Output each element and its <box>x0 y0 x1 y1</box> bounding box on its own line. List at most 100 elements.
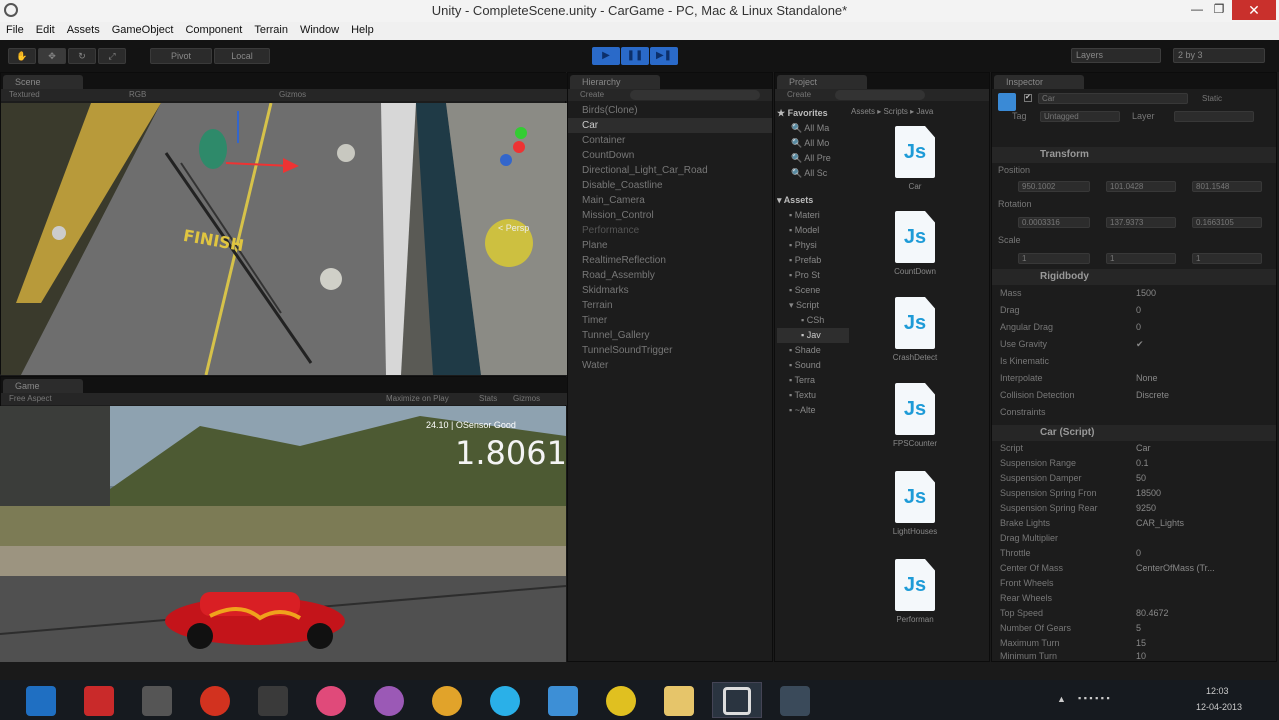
hierarchy-item[interactable]: Water <box>582 358 608 373</box>
local-toggle-button[interactable]: Local <box>214 48 270 64</box>
collision-detection-dropdown[interactable]: Discrete <box>1136 388 1169 403</box>
persp-label[interactable]: < Persp <box>498 223 529 233</box>
static-checkbox[interactable]: Static <box>1202 94 1222 103</box>
tray-arrow-icon[interactable]: ▲ <box>1057 694 1066 704</box>
row-value[interactable]: Car <box>1136 441 1151 456</box>
rotation-z-field[interactable]: 0.1663105 <box>1192 217 1262 228</box>
pause-button[interactable]: ❚❚ <box>621 47 649 65</box>
folder-item[interactable]: ▾ Script <box>777 298 849 313</box>
menu-terrain[interactable]: Terrain <box>248 22 294 36</box>
skype-icon[interactable] <box>490 686 520 716</box>
js-file-icon[interactable]: Js <box>895 383 935 435</box>
scale-y-field[interactable]: 1 <box>1106 253 1176 264</box>
maximize-on-play-toggle[interactable]: Maximize on Play <box>386 393 449 405</box>
rotation-y-field[interactable]: 137.9373 <box>1106 217 1176 228</box>
hierarchy-item[interactable]: Birds(Clone) <box>582 103 638 118</box>
project-create-dropdown[interactable]: Create <box>787 89 811 101</box>
network-icon[interactable] <box>780 686 810 716</box>
folder-item-selected[interactable]: ▪ Jav <box>777 328 849 343</box>
game-viewport[interactable]: 24.10 | OSensor Good 1.8061 <box>0 406 566 662</box>
play-button[interactable]: ▶ <box>592 47 620 65</box>
row-value[interactable]: 0 <box>1136 546 1141 561</box>
rotate-tool-icon[interactable]: ↻ <box>68 48 96 64</box>
tab-scene[interactable]: Scene <box>3 75 83 89</box>
favorite-item[interactable]: 🔍 All Ma <box>777 121 849 136</box>
scale-z-field[interactable]: 1 <box>1192 253 1262 264</box>
constraints-foldout[interactable]: Constraints <box>996 405 1272 420</box>
favorite-item[interactable]: 🔍 All Pre <box>777 151 849 166</box>
js-file-icon[interactable]: Js <box>895 297 935 349</box>
tab-hierarchy[interactable]: Hierarchy <box>570 75 660 89</box>
dropbox-icon[interactable] <box>548 686 578 716</box>
folder-item[interactable]: ▪ Physi <box>777 238 849 253</box>
favorite-item[interactable]: 🔍 All Mo <box>777 136 849 151</box>
dead-game-icon[interactable] <box>258 686 288 716</box>
folder-item[interactable]: ▪ Pro St <box>777 268 849 283</box>
menu-component[interactable]: Component <box>179 22 248 36</box>
transform-header[interactable]: Transform <box>992 147 1276 163</box>
clock-date[interactable]: 12-04-2013 <box>1196 702 1242 712</box>
hierarchy-item[interactable]: Tunnel_Gallery <box>582 328 649 343</box>
menu-assets[interactable]: Assets <box>61 22 106 36</box>
menu-edit[interactable]: Edit <box>30 22 61 36</box>
hierarchy-search-input[interactable] <box>630 90 760 100</box>
position-y-field[interactable]: 101.0428 <box>1106 181 1176 192</box>
row-value[interactable]: CAR_Lights <box>1136 516 1184 531</box>
media-icon[interactable] <box>432 686 462 716</box>
game-gizmos-dropdown[interactable]: Gizmos <box>513 393 540 405</box>
folder-item[interactable]: ▪ Textu <box>777 388 849 403</box>
menu-gameobject[interactable]: GameObject <box>106 22 180 36</box>
minimize-button[interactable]: — <box>1186 2 1208 18</box>
tag-dropdown[interactable]: Untagged <box>1040 111 1120 122</box>
favorite-item[interactable]: 🔍 All Sc <box>777 166 849 181</box>
hand-tool-icon[interactable]: ✋ <box>8 48 36 64</box>
step-button[interactable]: ▶❚ <box>650 47 678 65</box>
row-value[interactable]: 9250 <box>1136 501 1156 516</box>
move-tool-icon[interactable]: ✥ <box>38 48 66 64</box>
menu-file[interactable]: File <box>0 22 30 36</box>
js-file-icon[interactable]: Js <box>895 471 935 523</box>
unity-taskbar-button[interactable] <box>712 682 762 718</box>
folder-item[interactable]: ▪ Terra <box>777 373 849 388</box>
scene-viewport[interactable]: FINISH < Persp <box>1 103 567 375</box>
maximize-button[interactable]: ❐ <box>1208 2 1230 18</box>
scale-x-field[interactable]: 1 <box>1018 253 1090 264</box>
row-value[interactable]: 80.4672 <box>1136 606 1169 621</box>
folder-item[interactable]: ▪ Sound <box>777 358 849 373</box>
mass-field[interactable]: 1500 <box>1136 286 1156 301</box>
chrome-red-icon[interactable] <box>200 686 230 716</box>
hierarchy-item[interactable]: Main_Camera <box>582 193 645 208</box>
hierarchy-item[interactable]: Terrain <box>582 298 613 313</box>
chrome-icon[interactable] <box>606 686 636 716</box>
hierarchy-item[interactable]: Container <box>582 133 625 148</box>
layout-dropdown[interactable]: 2 by 3 <box>1173 48 1265 63</box>
hierarchy-item[interactable]: Disable_Coastline <box>582 178 663 193</box>
folder-item[interactable]: ▪ Prefab <box>777 253 849 268</box>
hierarchy-item[interactable]: TunnelSoundTrigger <box>582 343 672 358</box>
tab-game[interactable]: Game <box>3 379 83 393</box>
row-value[interactable]: 5 <box>1136 621 1141 636</box>
scene-gizmos-dropdown[interactable]: Gizmos <box>279 89 306 101</box>
hierarchy-item[interactable]: Plane <box>582 238 608 253</box>
interpolate-dropdown[interactable]: None <box>1136 371 1158 386</box>
layer-dropdown[interactable] <box>1174 111 1254 122</box>
row-value[interactable]: CenterOfMass (Tr... <box>1136 561 1215 576</box>
folder-item[interactable]: ▪ Shade <box>777 343 849 358</box>
hierarchy-create-dropdown[interactable]: Create <box>580 89 604 101</box>
folder-item[interactable]: ▪ CSh <box>777 313 849 328</box>
project-search-input[interactable] <box>835 90 925 100</box>
folder-item[interactable]: ▪ Model <box>777 223 849 238</box>
row-value[interactable]: 10 <box>1136 649 1146 661</box>
drag-field[interactable]: 0 <box>1136 303 1141 318</box>
active-checkbox[interactable]: ✔ <box>1024 94 1032 102</box>
clock-time[interactable]: 12:03 <box>1206 686 1229 696</box>
row-value[interactable]: 0.1 <box>1136 456 1149 471</box>
ie-icon[interactable] <box>26 686 56 716</box>
folder-item[interactable]: ▪ Materi <box>777 208 849 223</box>
angular-drag-field[interactable]: 0 <box>1136 320 1141 335</box>
close-button[interactable]: ✕ <box>1232 0 1276 20</box>
position-z-field[interactable]: 801.1548 <box>1192 181 1262 192</box>
hierarchy-item[interactable]: Skidmarks <box>582 283 629 298</box>
hierarchy-item[interactable]: CountDown <box>582 148 634 163</box>
tray-icons[interactable]: ▪ ▪ ▪ ▪ ▪ ▪ <box>1078 693 1110 703</box>
